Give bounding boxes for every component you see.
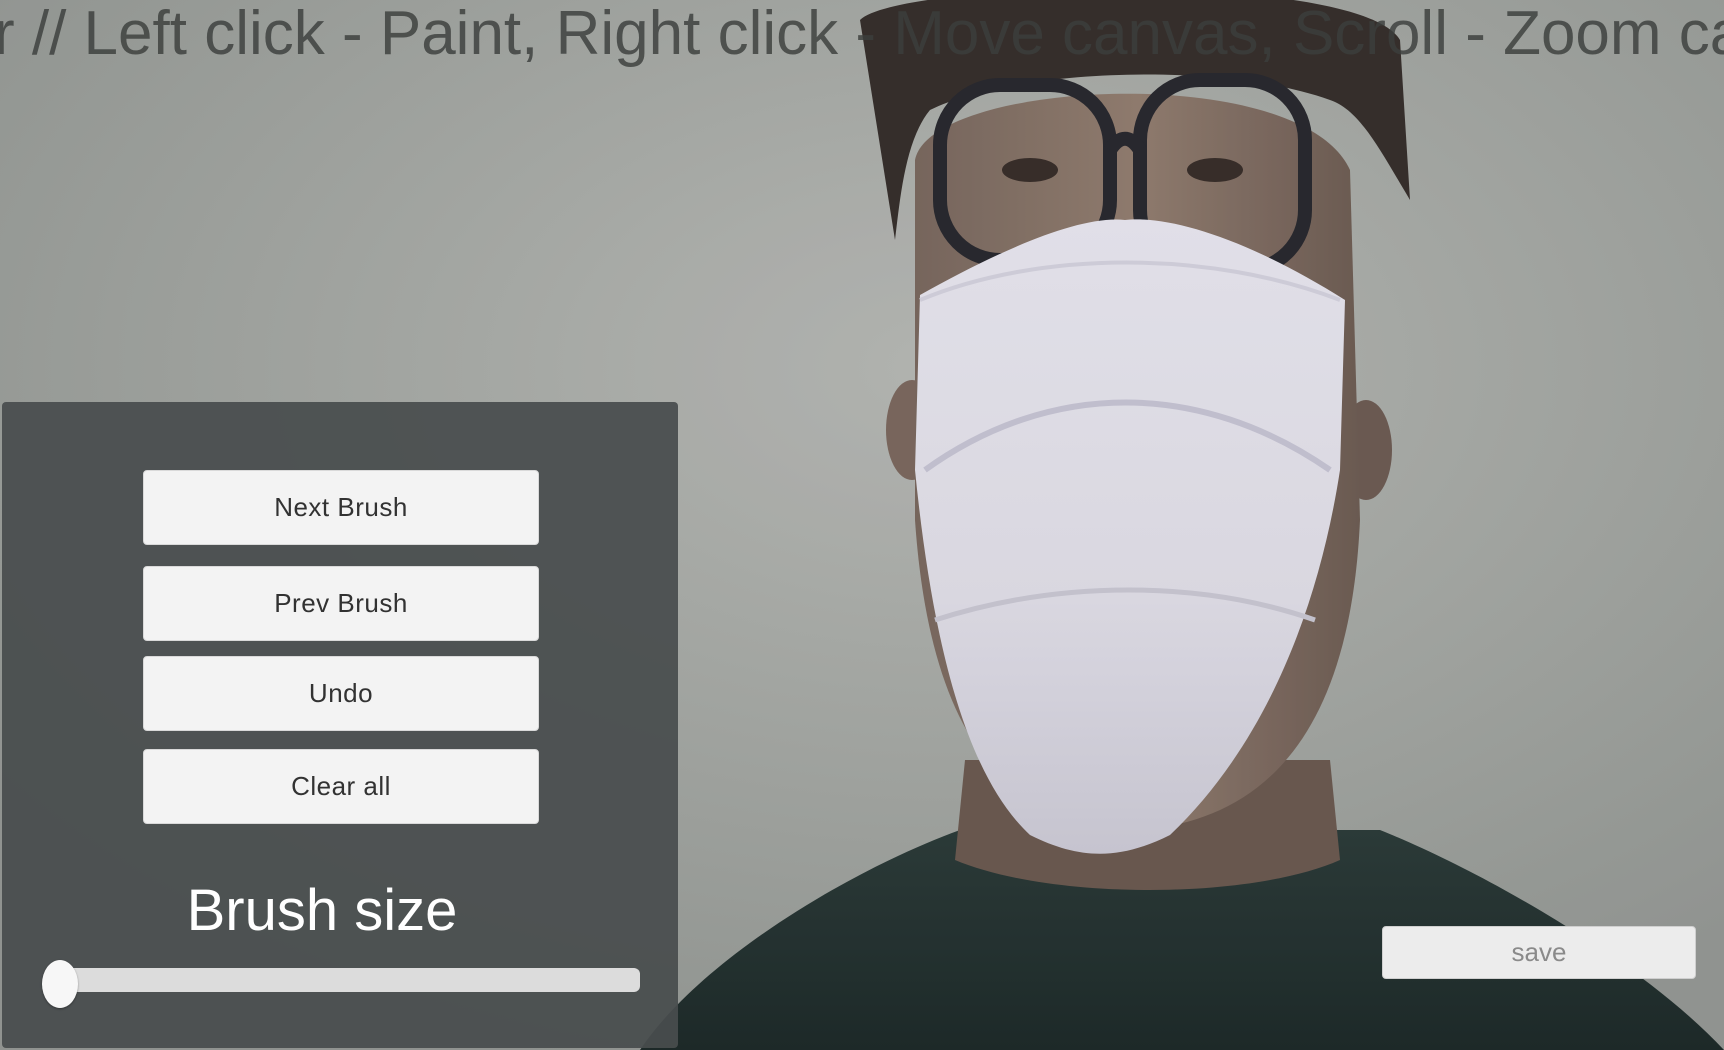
prev-brush-button[interactable]: Prev Brush [143, 566, 539, 641]
app-window: r // Left click - Paint, Right click - M… [0, 0, 1724, 1050]
instruction-banner: r // Left click - Paint, Right click - M… [0, 0, 1724, 68]
slider-handle[interactable] [42, 960, 78, 1008]
undo-button[interactable]: Undo [143, 656, 539, 731]
save-button[interactable]: save [1382, 926, 1696, 979]
brush-size-slider[interactable] [42, 952, 642, 1008]
brush-size-label: Brush size [186, 878, 458, 943]
next-brush-button[interactable]: Next Brush [143, 470, 539, 545]
clear-all-button[interactable]: Clear all [143, 749, 539, 824]
brush-control-panel: Next Brush Prev Brush Undo Clear all Bru… [2, 402, 678, 1048]
slider-track[interactable] [60, 968, 640, 992]
